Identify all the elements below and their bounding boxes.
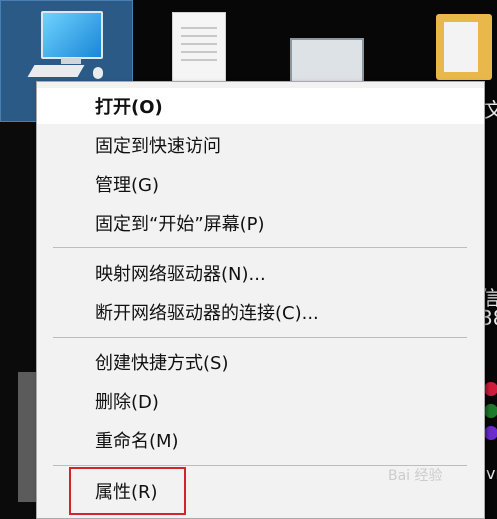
menu-item-delete[interactable]: 删除(D) [37, 383, 484, 419]
app-icon-purple [484, 426, 497, 440]
keyboard-icon [27, 65, 85, 77]
left-desktop-strip [0, 122, 36, 519]
menu-item-label: 断开网络驱动器的连接(C)... [95, 303, 319, 324]
monitor-stand [61, 58, 81, 64]
menu-item-label: 打开(O) [95, 97, 163, 118]
menu-item-label: 固定到快速访问 [95, 136, 221, 157]
computer-monitor-icon [41, 11, 103, 59]
menu-item-label: 映射网络驱动器(N)... [95, 264, 266, 285]
properties-highlight-box [69, 467, 186, 515]
desktop-label-fragment-1: 文 [484, 98, 497, 122]
folder-desktop-icon[interactable] [436, 14, 492, 80]
menu-item-pin-start[interactable]: 固定到“开始”屏幕(P) [37, 205, 484, 241]
menu-item-pin-quick-access[interactable]: 固定到快速访问 [37, 127, 484, 163]
menu-item-disconnect-network-drive[interactable]: 断开网络驱动器的连接(C)... [37, 294, 484, 330]
menu-item-label: 创建快捷方式(S) [95, 353, 229, 374]
menu-item-label: 管理(G) [95, 175, 159, 196]
menu-separator [53, 337, 467, 338]
desktop-label-fragment-4: vro [486, 464, 497, 483]
app-icon-green [484, 404, 497, 418]
folder-paper [444, 22, 478, 72]
menu-item-label: 重命名(M) [95, 431, 179, 452]
menu-item-rename[interactable]: 重命名(M) [37, 422, 484, 458]
menu-item-manage[interactable]: 管理(G) [37, 166, 484, 202]
menu-item-label: 固定到“开始”屏幕(P) [95, 214, 265, 235]
menu-item-map-network-drive[interactable]: 映射网络驱动器(N)... [37, 255, 484, 291]
blurred-icon [18, 372, 36, 502]
document-desktop-icon[interactable] [172, 12, 226, 84]
app-icon-red [484, 382, 497, 396]
watermark-text: Bai 经验 [388, 468, 443, 484]
menu-item-create-shortcut[interactable]: 创建快捷方式(S) [37, 344, 484, 380]
mouse-icon [93, 67, 103, 79]
menu-item-open[interactable]: 打开(O) [37, 88, 484, 124]
desktop-context-menu: 打开(O) 固定到快速访问 管理(G) 固定到“开始”屏幕(P) 映射网络驱动器… [36, 81, 485, 519]
menu-item-label: 删除(D) [95, 392, 159, 413]
menu-separator [53, 247, 467, 248]
